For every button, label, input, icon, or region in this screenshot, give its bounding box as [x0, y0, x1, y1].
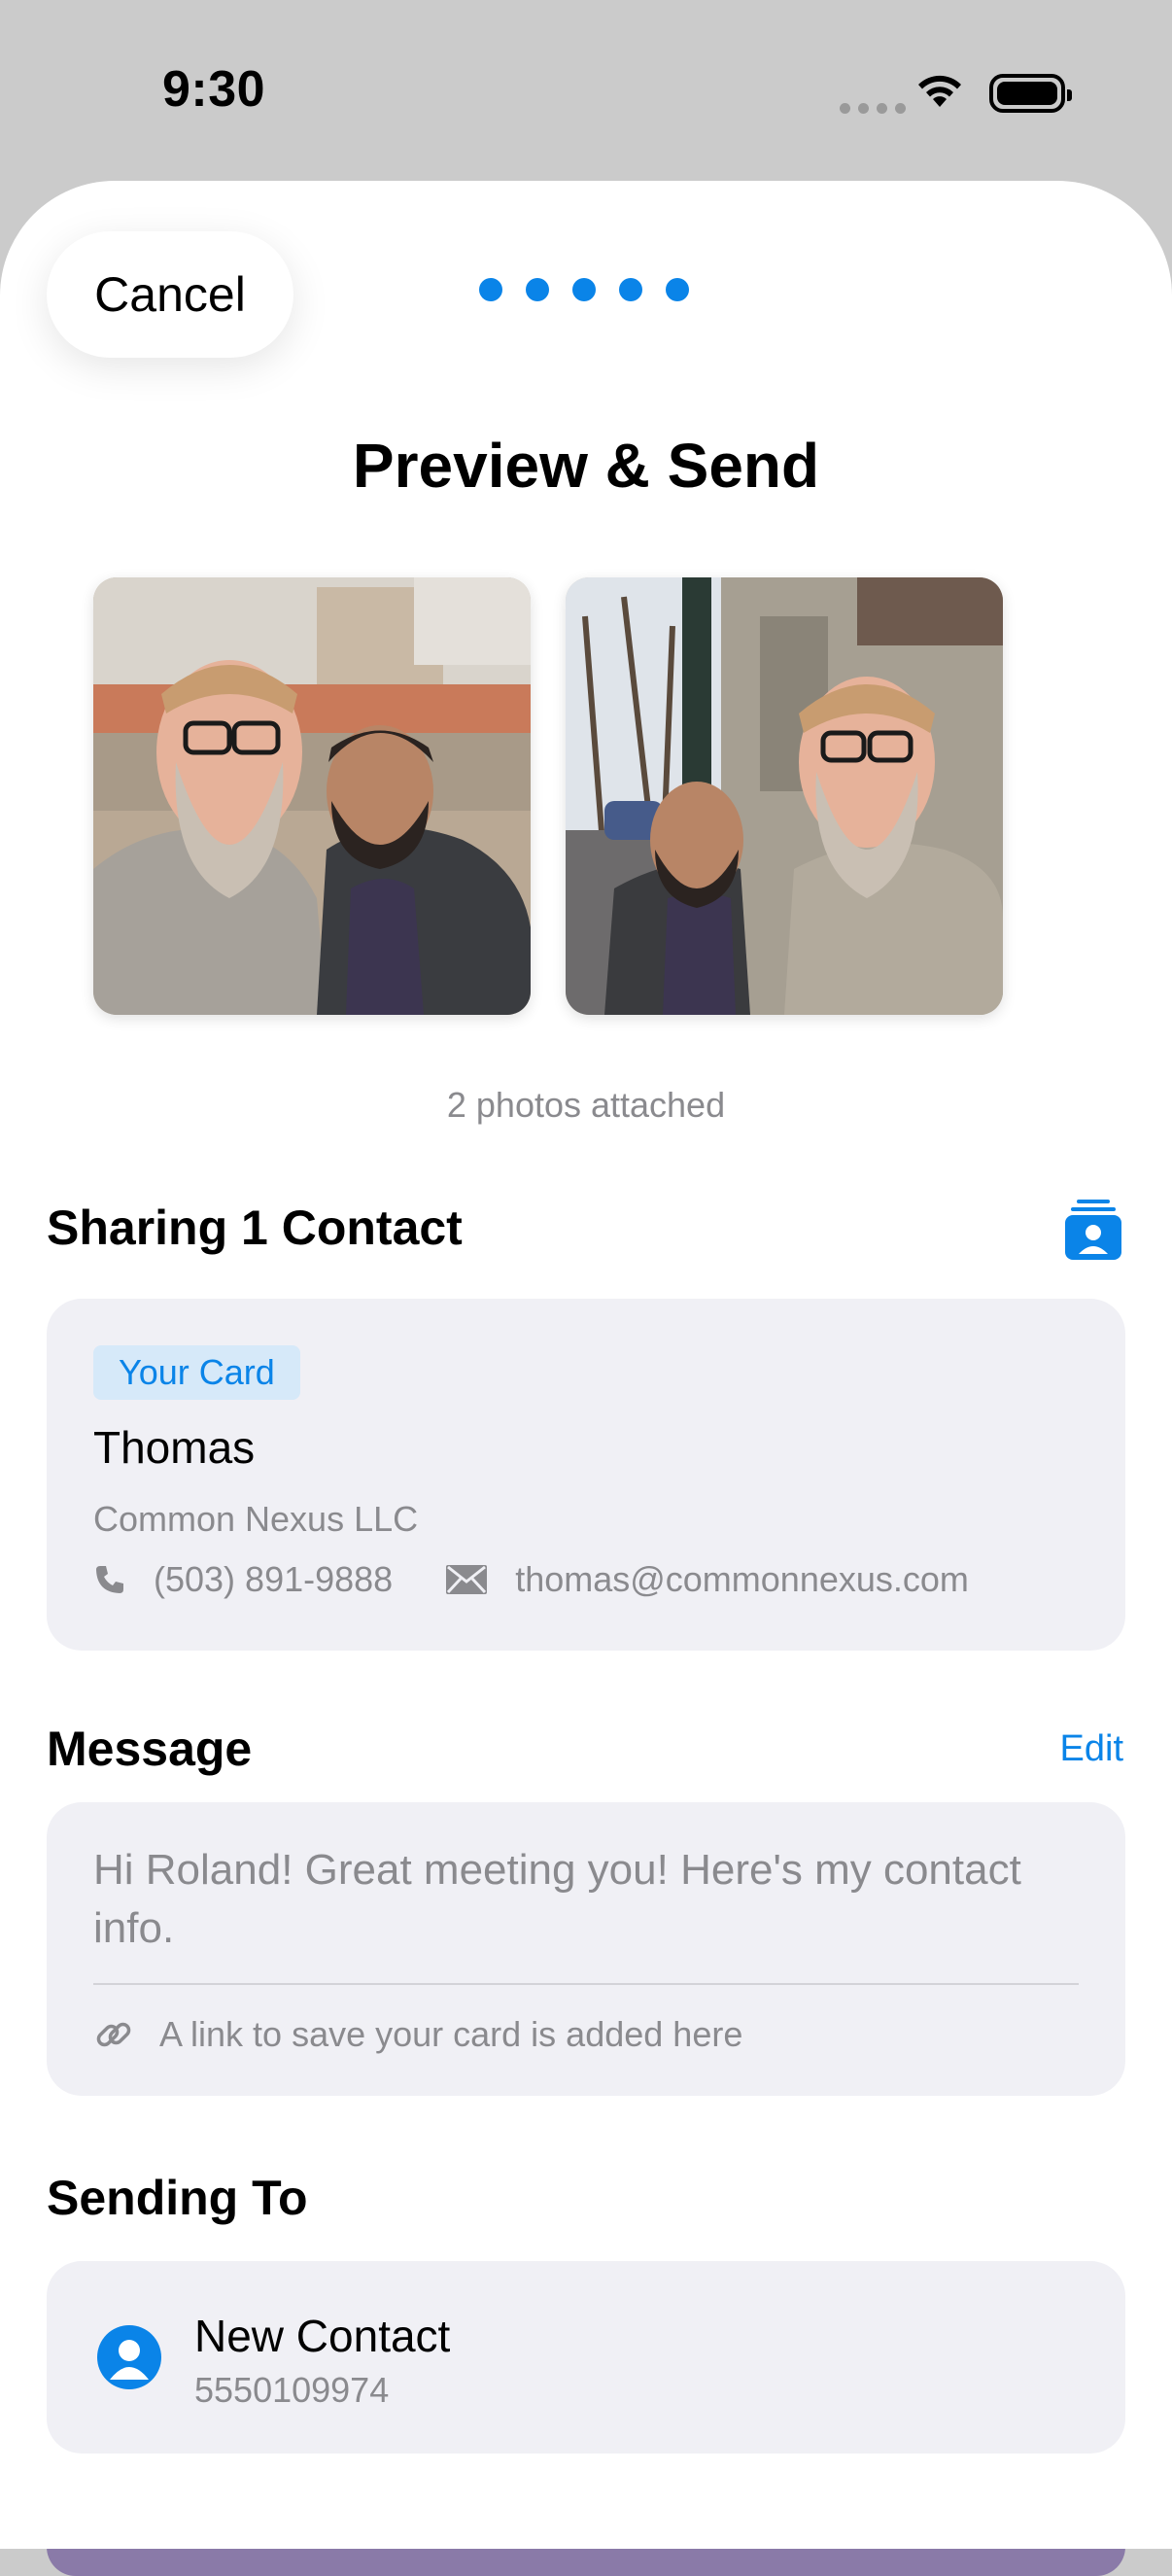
contact-details-row: (503) 891-9888 thomas@commonnexus.com [93, 1559, 969, 1600]
link-note: A link to save your card is added here [93, 2014, 742, 2055]
message-heading: Message [47, 1722, 253, 1776]
page-title: Preview & Send [352, 431, 820, 501]
cancel-button[interactable]: Cancel [47, 231, 293, 358]
message-edit-link[interactable]: Edit [1060, 1728, 1123, 1770]
mail-icon [445, 1564, 488, 1595]
link-icon [93, 2014, 134, 2055]
photos-caption: 2 photos attached [446, 1085, 726, 1125]
contact-email: thomas@commonnexus.com [515, 1559, 969, 1599]
attached-photo-1[interactable] [93, 577, 531, 1015]
share-sheet: Cancel Preview & Send 2 photos attached … [0, 181, 1172, 2549]
person-icon [97, 2325, 161, 2389]
link-note-text: A link to save your card is added here [159, 2014, 743, 2054]
phone-icon [93, 1563, 126, 1596]
sending-to-heading: Sending To [47, 2171, 308, 2225]
cellular-signal-icon [840, 103, 906, 114]
contact-card[interactable]: Your Card Thomas Common Nexus LLC (503) … [47, 1299, 1125, 1651]
page-dot [479, 278, 502, 301]
battery-icon [989, 74, 1072, 113]
message-box[interactable]: Hi Roland! Great meeting you! Here's my … [47, 1802, 1125, 2096]
status-time: 9:30 [162, 61, 266, 118]
recipient-row[interactable]: New Contact 5550109974 [47, 2261, 1125, 2454]
sharing-heading: Sharing 1 Contact [47, 1201, 463, 1255]
wifi-icon [918, 75, 961, 107]
page-dot [666, 278, 689, 301]
page-dot [572, 278, 596, 301]
your-card-badge: Your Card [93, 1345, 300, 1400]
divider [93, 1983, 1079, 1985]
recipient-phone: 5550109974 [194, 2370, 390, 2410]
contacts-stack-icon[interactable] [1065, 1200, 1121, 1260]
recipient-name: New Contact [194, 2311, 451, 2361]
page-indicator [479, 278, 689, 301]
contact-phone: (503) 891-9888 [154, 1559, 394, 1599]
contact-name: Thomas [93, 1422, 256, 1473]
page-dot [619, 278, 642, 301]
page-dot [526, 278, 549, 301]
message-text: Hi Roland! Great meeting you! Here's my … [93, 1846, 1021, 1952]
contact-company: Common Nexus LLC [93, 1499, 419, 1539]
attached-photo-2[interactable] [566, 577, 1003, 1015]
